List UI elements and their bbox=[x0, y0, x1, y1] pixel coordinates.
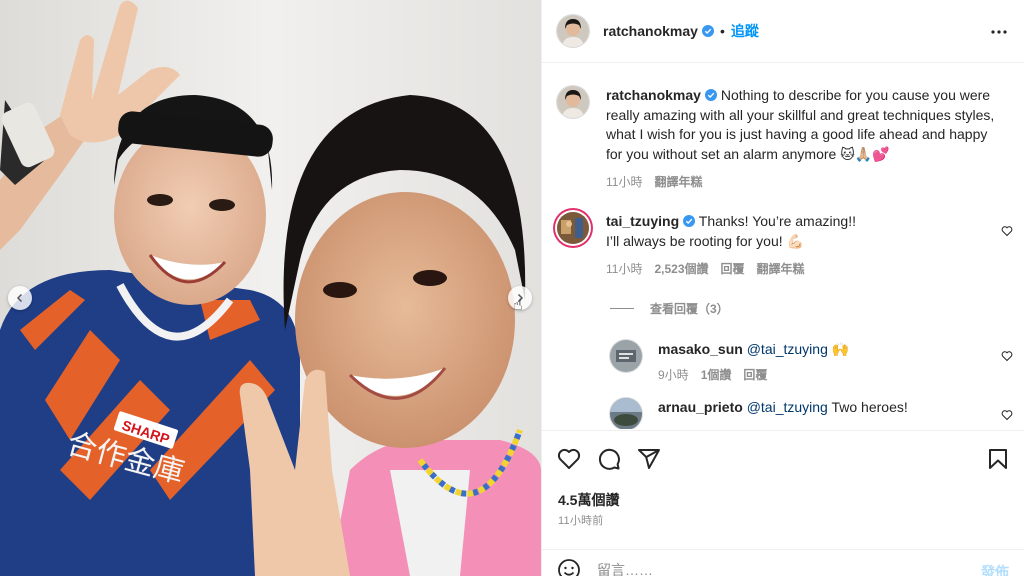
post-comment-button[interactable]: 發佈 bbox=[981, 562, 1009, 576]
verified-badge-icon bbox=[704, 89, 717, 101]
reply-item: masako_sun @tai_tzuying 🙌 9小時 1個讚 回覆 bbox=[610, 340, 849, 385]
reply-time[interactable]: 9小時 bbox=[658, 366, 689, 385]
verified-badge-icon bbox=[683, 215, 696, 227]
save-icon[interactable] bbox=[986, 447, 1010, 471]
carousel-prev-button[interactable] bbox=[8, 286, 32, 310]
separator-dot: • bbox=[719, 23, 725, 39]
likes-count[interactable]: 4.5萬個讚 bbox=[558, 490, 619, 510]
selfie-photo: SHARP 合作金庫 bbox=[0, 0, 541, 576]
commenter-avatar[interactable] bbox=[557, 212, 589, 244]
caption-username[interactable]: ratchanokmay bbox=[606, 87, 701, 103]
share-icon[interactable] bbox=[637, 447, 661, 471]
view-replies-label: 查看回覆（3） bbox=[650, 302, 729, 316]
translate-button[interactable]: 翻譯年糕 bbox=[654, 173, 702, 193]
post-actions: 4.5萬個讚 11小時前 發佈 bbox=[542, 430, 1024, 576]
reply-button[interactable]: 回覆 bbox=[743, 366, 767, 385]
mention-link[interactable]: @tai_tzuying bbox=[747, 341, 828, 357]
comment-input[interactable] bbox=[597, 561, 957, 576]
follow-button[interactable]: 追蹤 bbox=[731, 21, 759, 41]
reply-avatar[interactable] bbox=[610, 340, 642, 372]
reply-text: Two heroes! bbox=[827, 399, 908, 415]
comment-icon[interactable] bbox=[597, 447, 621, 471]
caption-time[interactable]: 11小時 bbox=[606, 173, 642, 193]
view-replies-button[interactable]: 查看回覆（3） bbox=[610, 300, 729, 317]
heart-icon[interactable] bbox=[1001, 409, 1013, 421]
reply-username[interactable]: arnau_prieto bbox=[658, 399, 743, 415]
post-details-panel: ratchanokmay • 追蹤 ratchanokmay Nothing t… bbox=[541, 0, 1024, 576]
add-comment-bar: 發佈 bbox=[542, 549, 1024, 576]
caption-avatar[interactable] bbox=[557, 86, 589, 118]
more-horizontal-icon[interactable] bbox=[989, 22, 1009, 42]
reply-text: 🙌 bbox=[827, 341, 850, 357]
heart-icon[interactable] bbox=[557, 447, 581, 471]
post-photo[interactable]: SHARP 合作金庫 ☝ bbox=[0, 0, 541, 576]
comment-likes[interactable]: 2,523個讚 bbox=[654, 260, 708, 280]
verified-badge-icon bbox=[701, 25, 714, 37]
reply-username[interactable]: masako_sun bbox=[658, 341, 743, 357]
post-timestamp[interactable]: 11小時前 bbox=[558, 512, 603, 528]
chevron-left-icon bbox=[16, 293, 23, 303]
comment-time[interactable]: 11小時 bbox=[606, 260, 642, 280]
reply-button[interactable]: 回覆 bbox=[721, 260, 745, 280]
caption: ratchanokmay Nothing to describe for you… bbox=[557, 86, 1001, 193]
reply-item: arnau_prieto @tai_tzuying Two heroes! bbox=[610, 398, 908, 429]
replies-divider bbox=[610, 308, 634, 309]
hand-cursor-icon: ☝ bbox=[513, 297, 523, 314]
comments-list[interactable]: ratchanokmay Nothing to describe for you… bbox=[542, 64, 1024, 429]
heart-icon[interactable] bbox=[1001, 350, 1013, 362]
commenter-username[interactable]: tai_tzuying bbox=[606, 213, 679, 229]
reply-likes[interactable]: 1個讚 bbox=[701, 366, 732, 385]
author-username[interactable]: ratchanokmay bbox=[603, 23, 698, 39]
reply-avatar[interactable] bbox=[610, 398, 642, 429]
author-avatar[interactable] bbox=[557, 15, 589, 47]
translate-button[interactable]: 翻譯年糕 bbox=[757, 260, 805, 280]
heart-icon[interactable] bbox=[1001, 225, 1013, 237]
mention-link[interactable]: @tai_tzuying bbox=[747, 399, 828, 415]
post-header: ratchanokmay • 追蹤 bbox=[542, 0, 1024, 63]
comment-item: tai_tzuying Thanks! You’re amazing!! I’l… bbox=[557, 212, 986, 280]
emoji-icon[interactable] bbox=[557, 558, 581, 576]
